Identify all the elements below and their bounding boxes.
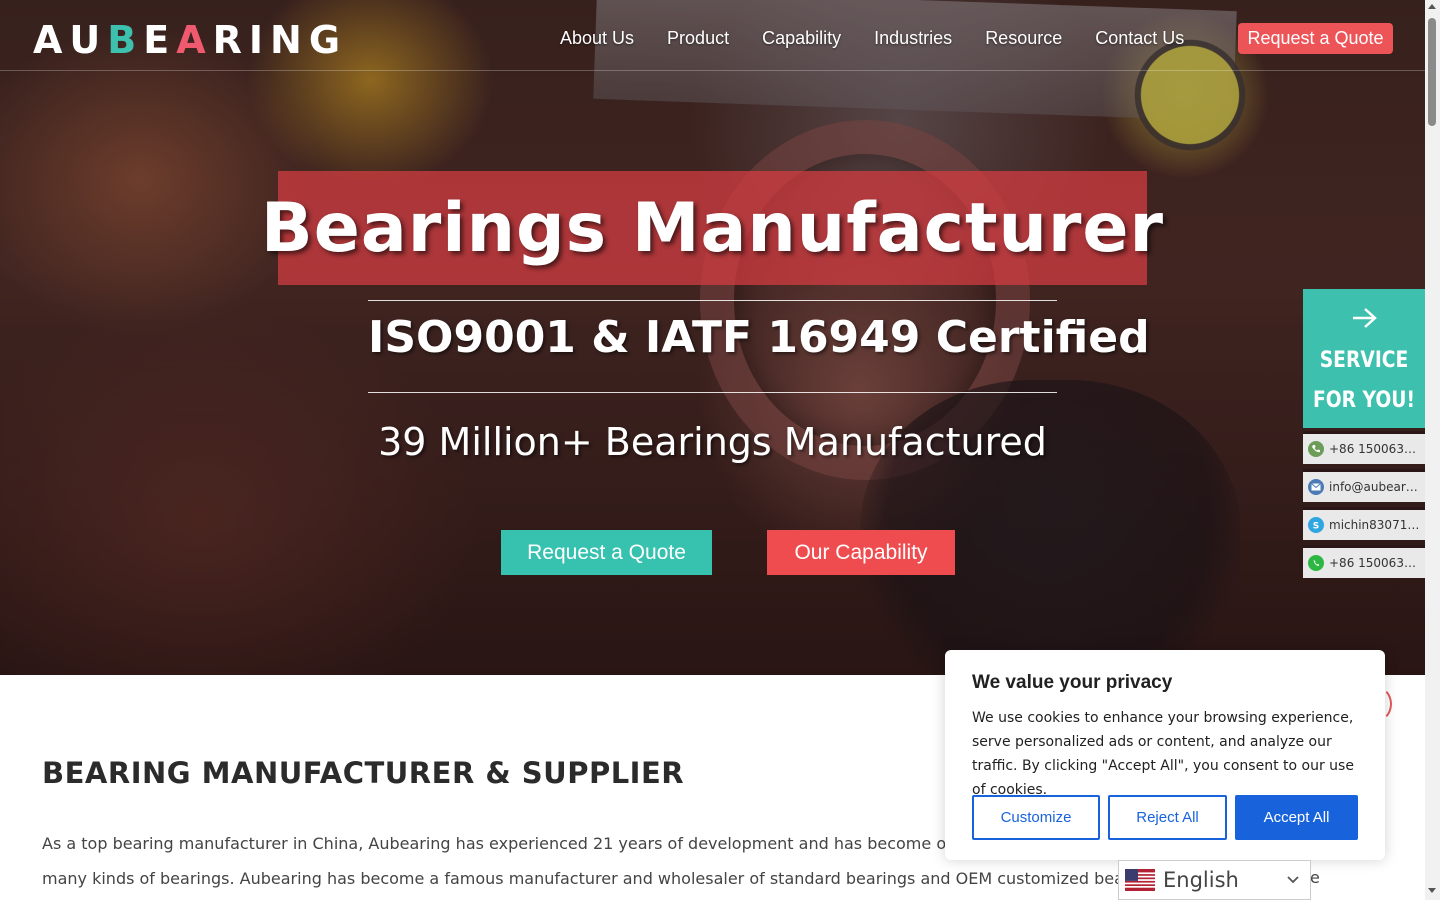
hero-stat: 39 Million+ Bearings Manufactured [378, 420, 1047, 464]
nav-industries[interactable]: Industries [874, 24, 952, 52]
scroll-thumb[interactable] [1428, 18, 1436, 126]
service-label-line1: SERVICE [1319, 348, 1409, 373]
us-flag-icon [1125, 869, 1155, 891]
contact-email-text: info@aubearin... [1329, 480, 1421, 494]
page: AUBEARING About Us Product Capability In… [0, 0, 1440, 900]
email-icon [1308, 479, 1324, 495]
logo-letter: I [248, 18, 271, 62]
phone-icon [1308, 441, 1324, 457]
scroll-down-arrow-icon[interactable] [1428, 888, 1436, 893]
skype-icon: S [1308, 517, 1324, 533]
cookie-customize-button[interactable]: Customize [972, 795, 1100, 840]
hero-title-banner: Bearings Manufacturer [261, 171, 1163, 285]
chevron-down-icon [1287, 876, 1299, 884]
contact-phone-text: +86 150063562... [1329, 442, 1421, 456]
nav-product[interactable]: Product [667, 24, 729, 52]
svg-text:S: S [1313, 522, 1319, 531]
contact-skype[interactable]: S michin830710... [1303, 507, 1425, 540]
nav-about-us[interactable]: About Us [560, 24, 634, 52]
hero-banner: AUBEARING About Us Product Capability In… [0, 0, 1425, 675]
logo-letter: N [270, 18, 309, 62]
logo-letter: U [69, 18, 108, 62]
section-title: BEARING MANUFACTURER & SUPPLIER [42, 756, 685, 790]
service-label-line2: FOR YOU! [1312, 388, 1416, 413]
contact-whatsapp-text: +86 150063562... [1329, 556, 1421, 570]
cookie-accept-button[interactable]: Accept All [1235, 795, 1358, 840]
main-nav: About Us Product Capability Industries R… [560, 24, 1217, 52]
header-divider [0, 70, 1425, 71]
logo-letter: E [143, 18, 177, 62]
hero-subtitle: ISO9001 & IATF 16949 Certified [368, 312, 1150, 363]
service-label: SERVICE FOR YOU! [1312, 341, 1416, 421]
language-label: English [1163, 868, 1239, 892]
whatsapp-icon [1308, 555, 1324, 571]
contact-whatsapp[interactable]: +86 150063562... [1303, 545, 1425, 578]
intro-line-2-tail: e and [1310, 868, 1320, 887]
logo-letter: A [33, 18, 70, 62]
hero-capability-button[interactable]: Our Capability [767, 530, 955, 575]
nav-contact-us[interactable]: Contact Us [1095, 24, 1184, 52]
logo-letter: R [212, 18, 249, 62]
contact-email[interactable]: info@aubearin... [1303, 469, 1425, 502]
language-selector[interactable]: English [1118, 860, 1311, 900]
nav-resource[interactable]: Resource [985, 24, 1062, 52]
page-scrollbar[interactable] [1425, 0, 1440, 900]
scroll-up-arrow-icon[interactable] [1428, 4, 1436, 9]
logo-letter: B [107, 18, 144, 62]
cookie-consent-dialog: We value your privacy We use cookies to … [945, 650, 1385, 860]
cookie-reject-button[interactable]: Reject All [1108, 795, 1227, 840]
contact-phone[interactable]: +86 150063562... [1303, 431, 1425, 464]
nav-request-quote-button[interactable]: Request a Quote [1238, 23, 1393, 54]
hero-request-quote-button[interactable]: Request a Quote [501, 530, 712, 575]
site-logo[interactable]: AUBEARING [33, 20, 347, 60]
logo-letter: A [176, 18, 213, 62]
hero-divider-top [368, 300, 1057, 301]
hero-title: Bearings Manufacturer [260, 188, 1165, 268]
hero-divider-bottom [368, 392, 1057, 393]
contact-skype-text: michin830710... [1329, 518, 1421, 532]
nav-capability[interactable]: Capability [762, 24, 841, 52]
service-panel[interactable]: SERVICE FOR YOU! [1303, 289, 1425, 428]
cookie-title: We value your privacy [972, 672, 1173, 693]
cookie-text: We use cookies to enhance your browsing … [972, 710, 1354, 798]
logo-letter: G [308, 18, 348, 62]
arrow-right-icon [1353, 308, 1377, 328]
